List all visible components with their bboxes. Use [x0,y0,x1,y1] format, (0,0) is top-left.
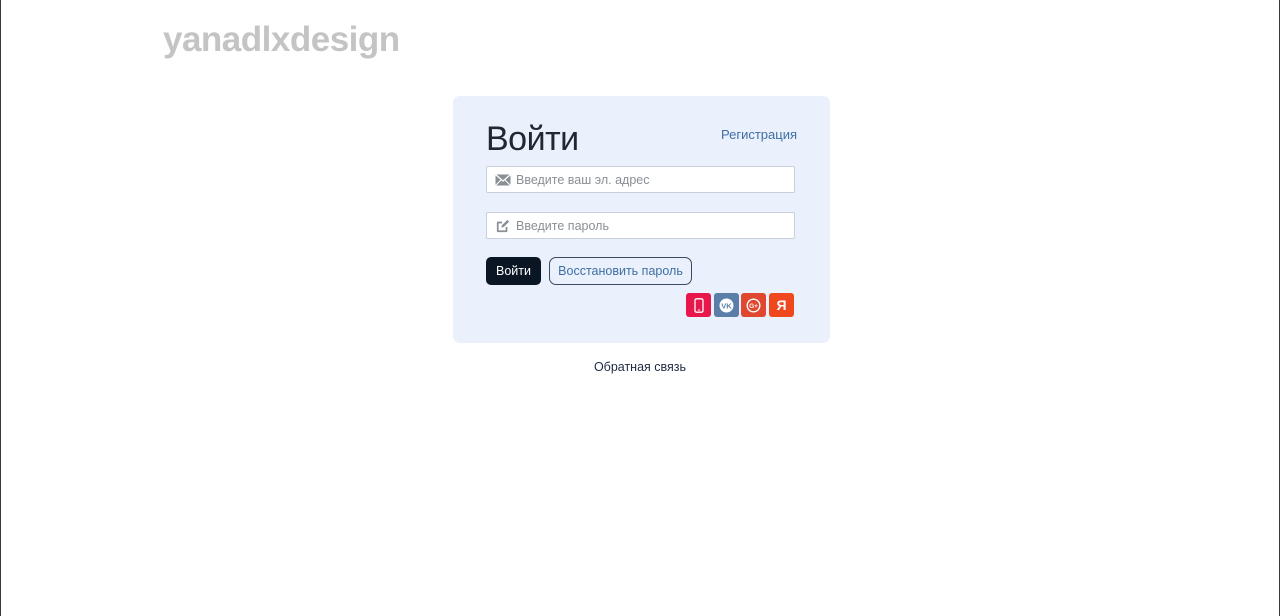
window-edge-left [0,0,1,616]
login-card: Войти Регистрация Войти Восстановить пар… [453,96,830,343]
page-title: Войти [486,120,579,158]
svg-text:VK: VK [721,301,732,310]
phone-icon [693,297,704,313]
password-input[interactable] [516,213,788,238]
yandex-login-button[interactable]: Я [769,293,794,317]
edit-icon [496,219,510,233]
yandex-icon: Я [776,297,787,313]
google-plus-icon: G+ [746,297,761,313]
password-field[interactable] [486,212,795,239]
phone-login-button[interactable] [686,293,711,317]
email-input[interactable] [516,167,788,192]
restore-password-button[interactable]: Восстановить пароль [549,257,692,285]
brand-logo[interactable]: yanadlxdesign [163,18,400,62]
register-link[interactable]: Регистрация [721,127,797,142]
svg-text:G+: G+ [749,303,758,310]
google-login-button[interactable]: G+ [741,293,766,317]
vk-login-button[interactable]: VK [714,293,739,317]
email-field[interactable] [486,166,795,193]
feedback-link[interactable]: Обратная связь [0,360,1280,374]
login-button[interactable]: Войти [486,257,541,285]
envelope-icon [495,174,511,186]
vk-icon: VK [719,298,734,312]
